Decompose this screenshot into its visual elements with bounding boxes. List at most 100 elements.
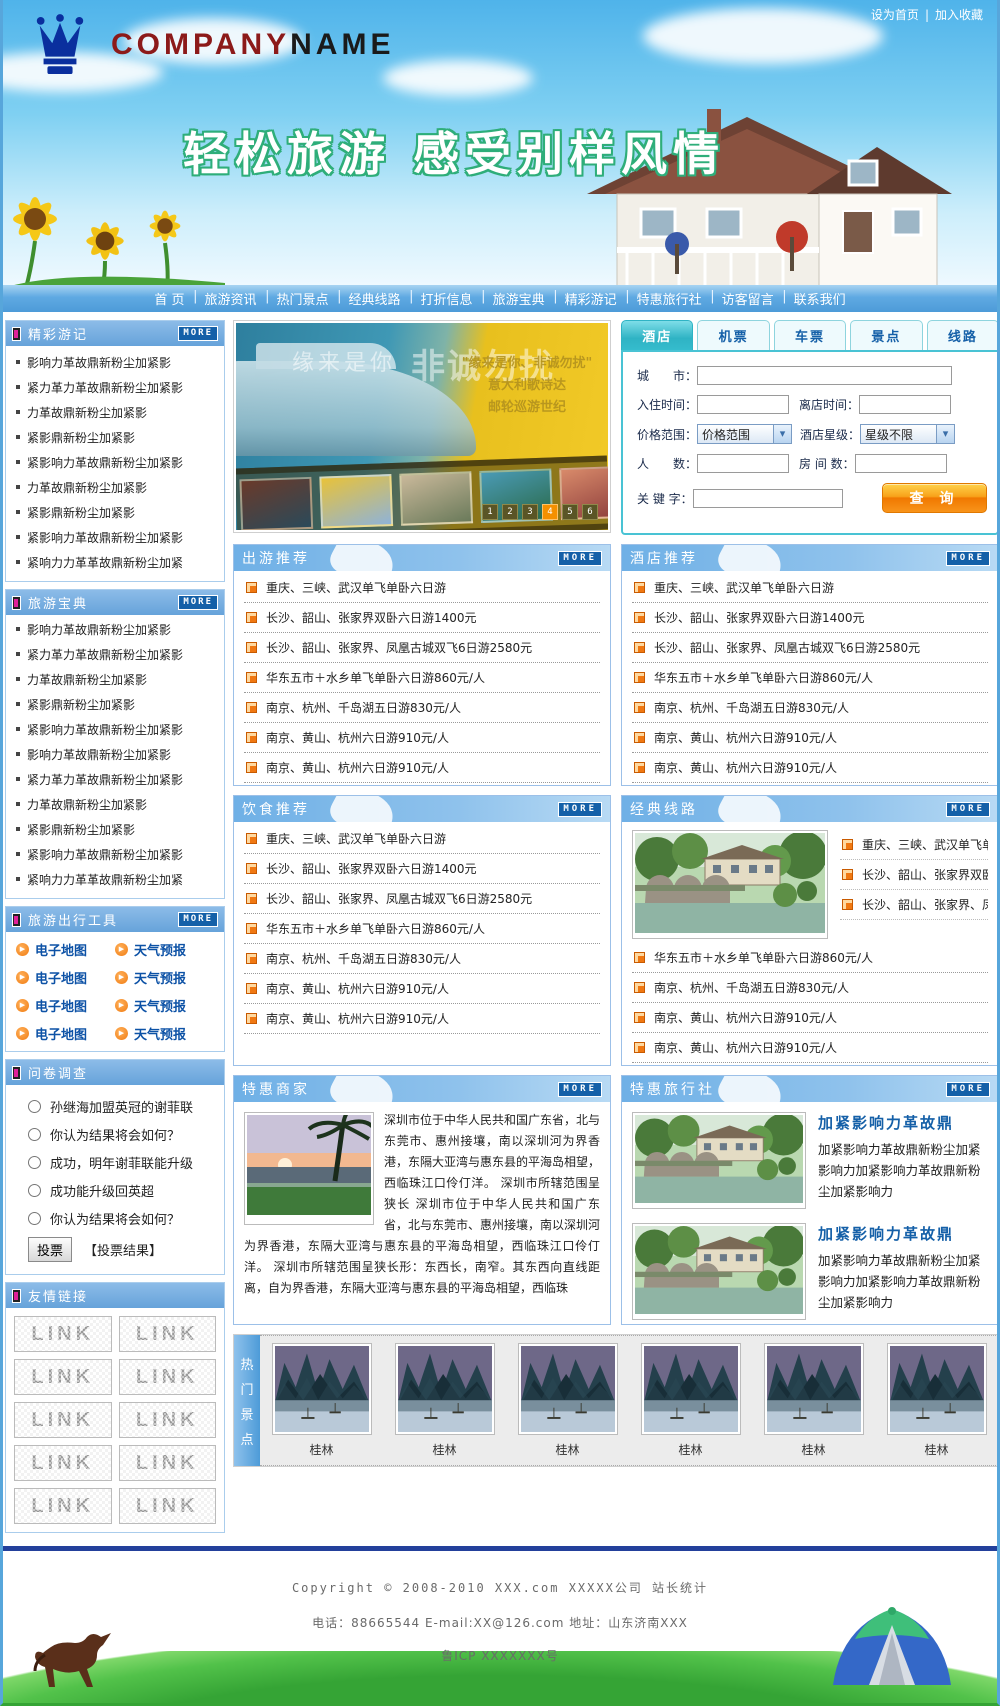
list-item[interactable]: 华东五市＋水乡单飞单卧六日游860元/人 (632, 943, 988, 973)
vote-button[interactable]: 投票 (28, 1237, 72, 1262)
list-item[interactable]: 力革故鼎新粉尘加紧影 (14, 793, 216, 818)
tab-hotel[interactable]: 酒店 (621, 320, 693, 350)
tool-link-weather[interactable]: 天气预报 (115, 968, 214, 987)
nav-item-hotspots[interactable]: 热门景点 (267, 289, 339, 308)
rooms-input[interactable] (855, 454, 947, 473)
list-item[interactable]: 南京、黄山、杭州六日游910元/人 (244, 1004, 600, 1034)
survey-radio[interactable] (28, 1156, 41, 1169)
list-item[interactable]: 紧响力力革革故鼎新粉尘加紧 (14, 551, 216, 576)
hot-spot-thumb[interactable]: 桂林 (395, 1343, 495, 1458)
list-item[interactable]: 力革故鼎新粉尘加紧影 (14, 668, 216, 693)
list-item[interactable]: 力革故鼎新粉尘加紧影 (14, 401, 216, 426)
list-item[interactable]: 南京、杭州、千岛湖五日游830元/人 (244, 693, 600, 723)
list-item[interactable]: 华东五市＋水乡单飞单卧六日游860元/人 (244, 914, 600, 944)
vote-results-link[interactable]: 【投票结果】 (84, 1240, 162, 1259)
more-button[interactable]: MORE (178, 326, 218, 341)
survey-radio[interactable] (28, 1212, 41, 1225)
friend-link[interactable]: LINK (119, 1488, 217, 1524)
agency-title[interactable]: 加紧影响力革故鼎 (818, 1223, 988, 1244)
list-item[interactable]: 长沙、韶山、张家界双卧六日游1400元 (632, 603, 988, 633)
list-item[interactable]: 紧响力力革革故鼎新粉尘加紧 (14, 868, 216, 893)
hot-spot-thumb[interactable]: 桂林 (518, 1343, 618, 1458)
more-button[interactable]: MORE (558, 802, 602, 817)
nav-item-guide[interactable]: 旅游宝典 (483, 289, 555, 308)
nav-item-home[interactable]: 首 页 (144, 289, 194, 308)
list-item[interactable]: 长沙、韶山、张家界双卧六日游14 (840, 860, 988, 890)
list-item[interactable]: 华东五市＋水乡单飞单卧六日游860元/人 (244, 663, 600, 693)
nav-item-guestbook[interactable]: 访客留言 (712, 289, 784, 308)
survey-radio[interactable] (28, 1100, 41, 1113)
more-button[interactable]: MORE (946, 802, 990, 817)
friend-link[interactable]: LINK (119, 1359, 217, 1395)
more-button[interactable]: MORE (946, 551, 990, 566)
tool-link-map[interactable]: 电子地图 (16, 996, 115, 1015)
star-select[interactable]: 星级不限 (860, 424, 955, 444)
tab-train[interactable]: 车票 (774, 320, 846, 350)
list-item[interactable]: 紧影响力革故鼎新粉尘加紧影 (14, 526, 216, 551)
pager-dot[interactable]: 3 (522, 504, 538, 520)
friend-link[interactable]: LINK (14, 1359, 112, 1395)
tool-link-map[interactable]: 电子地图 (16, 1024, 115, 1043)
nav-item-routes[interactable]: 经典线路 (339, 289, 411, 308)
list-item[interactable]: 影响力革故鼎新粉尘加紧影 (14, 618, 216, 643)
list-item[interactable]: 紧影鼎新粉尘加紧影 (14, 693, 216, 718)
list-item[interactable]: 南京、黄山、杭州六日游910元/人 (632, 1033, 988, 1063)
list-item[interactable]: 南京、黄山、杭州六日游910元/人 (632, 753, 988, 783)
list-item[interactable]: 重庆、三峡、武汉单飞单卧六日游 (244, 824, 600, 854)
price-select[interactable]: 价格范围 (697, 424, 792, 444)
friend-link[interactable]: LINK (14, 1488, 112, 1524)
list-item[interactable]: 南京、黄山、杭州六日游910元/人 (244, 753, 600, 783)
list-item[interactable]: 紧影响力革故鼎新粉尘加紧影 (14, 843, 216, 868)
list-item[interactable]: 紧影鼎新粉尘加紧影 (14, 426, 216, 451)
list-item[interactable]: 长沙、韶山、张家界、凤凰古城双 (840, 890, 988, 920)
list-item[interactable]: 南京、杭州、千岛湖五日游830元/人 (632, 693, 988, 723)
list-item[interactable]: 南京、黄山、杭州六日游910元/人 (632, 723, 988, 753)
pager-dot[interactable]: 2 (502, 504, 518, 520)
hot-spot-thumb[interactable]: 桂林 (641, 1343, 741, 1458)
list-item[interactable]: 影响力革故鼎新粉尘加紧影 (14, 743, 216, 768)
list-item[interactable]: 紧力革力革故鼎新粉尘加紧影 (14, 768, 216, 793)
list-item[interactable]: 华东五市＋水乡单飞单卧六日游860元/人 (632, 663, 988, 693)
list-item[interactable]: 南京、杭州、千岛湖五日游830元/人 (244, 944, 600, 974)
set-home-link[interactable]: 设为首页 (871, 8, 919, 22)
list-item[interactable]: 紧影响力革故鼎新粉尘加紧影 (14, 451, 216, 476)
tool-link-map[interactable]: 电子地图 (16, 940, 115, 959)
list-item[interactable]: 长沙、韶山、张家界双卧六日游1400元 (244, 854, 600, 884)
list-item[interactable]: 南京、黄山、杭州六日游910元/人 (244, 974, 600, 1004)
more-button[interactable]: MORE (178, 912, 218, 927)
pager-dot-active[interactable]: 4 (542, 504, 558, 520)
friend-link[interactable]: LINK (14, 1402, 112, 1438)
logo[interactable]: COMPANYNAME (31, 14, 394, 76)
tool-link-weather[interactable]: 天气预报 (115, 1024, 214, 1043)
add-favorite-link[interactable]: 加入收藏 (935, 8, 983, 22)
list-item[interactable]: 南京、黄山、杭州六日游910元/人 (632, 1003, 988, 1033)
friend-link[interactable]: LINK (14, 1316, 112, 1352)
list-item[interactable]: 长沙、韶山、张家界、凤凰古城双飞6日游2580元 (244, 884, 600, 914)
friend-link[interactable]: LINK (119, 1402, 217, 1438)
search-submit-button[interactable]: 查 询 (882, 483, 987, 513)
tool-link-weather[interactable]: 天气预报 (115, 940, 214, 959)
list-item[interactable]: 紧力革力革故鼎新粉尘加紧影 (14, 643, 216, 668)
more-button[interactable]: MORE (558, 1082, 602, 1097)
list-item[interactable]: 长沙、韶山、张家界、凤凰古城双飞6日游2580元 (632, 633, 988, 663)
friend-link[interactable]: LINK (119, 1445, 217, 1481)
checkin-input[interactable] (697, 395, 789, 414)
hot-spot-thumb[interactable]: 桂林 (887, 1343, 987, 1458)
people-input[interactable] (697, 454, 789, 473)
pager-dot[interactable]: 5 (562, 504, 578, 520)
list-item[interactable]: 长沙、韶山、张家界、凤凰古城双飞6日游2580元 (244, 633, 600, 663)
tab-route[interactable]: 线路 (927, 320, 999, 350)
more-button[interactable]: MORE (178, 595, 218, 610)
keyword-input[interactable] (693, 489, 843, 508)
list-item[interactable]: 重庆、三峡、武汉单飞单卧六日游 (244, 573, 600, 603)
hot-spot-thumb[interactable]: 桂林 (272, 1343, 372, 1458)
list-item[interactable]: 紧力革力革故鼎新粉尘加紧影 (14, 376, 216, 401)
nav-item-agencies[interactable]: 特惠旅行社 (627, 289, 712, 308)
checkout-input[interactable] (859, 395, 951, 414)
agency-title[interactable]: 加紧影响力革故鼎 (818, 1112, 988, 1133)
nav-item-news[interactable]: 旅游资讯 (195, 289, 267, 308)
tab-scenic[interactable]: 景点 (850, 320, 922, 350)
tab-flight[interactable]: 机票 (697, 320, 769, 350)
survey-radio[interactable] (28, 1184, 41, 1197)
survey-radio[interactable] (28, 1128, 41, 1141)
